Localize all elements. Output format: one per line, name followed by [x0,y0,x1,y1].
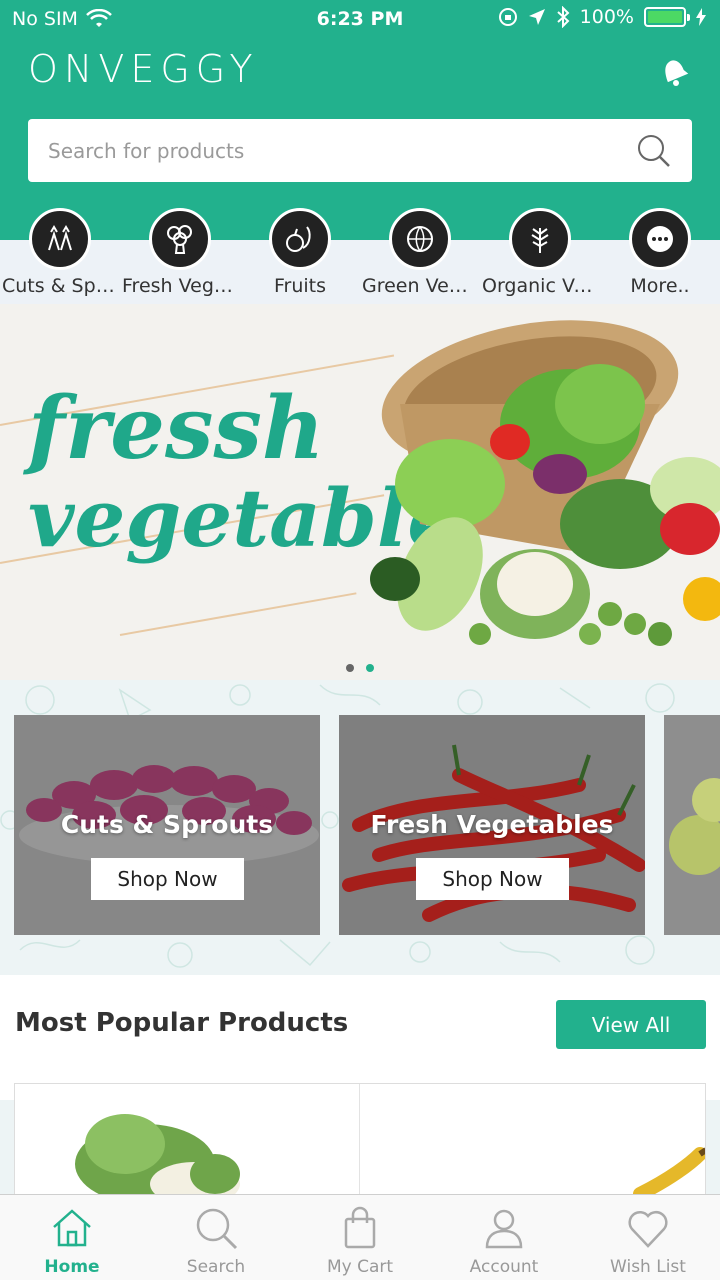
search-icon [196,1208,238,1250]
account-icon [485,1209,523,1249]
battery-percent: 100% [579,6,634,28]
battery-icon [644,7,690,27]
tab-search[interactable]: Search [144,1195,288,1280]
home-icon [53,1209,91,1247]
category-strip: Cuts & Sprouts Fresh Vegetables Fruits G… [0,208,720,304]
category-card-title: Fresh Vegetables [370,810,614,839]
tab-account[interactable]: Account [432,1195,576,1280]
category-green-vegetables[interactable]: Green Vegetables [360,208,480,304]
category-card-title: Cuts & Sprouts [60,810,274,839]
tab-label: Search [186,1257,246,1277]
search-bar[interactable] [28,119,692,182]
bluetooth-icon [557,6,570,28]
tab-label: Wish List [610,1257,686,1277]
category-fruits[interactable]: Fruits [240,208,360,304]
charging-icon [696,8,706,26]
category-label: Organic Vegetables [482,275,598,297]
popular-products-list [14,1083,706,1195]
location-icon [528,9,545,25]
tab-wish-list[interactable]: Wish List [576,1195,720,1280]
organic-leaf-icon [509,208,571,270]
category-label: Green Vegetables [362,275,478,297]
broccoli-icon [149,208,211,270]
promo-banner[interactable]: fressh vegetable [0,304,720,680]
rotation-lock-icon [498,8,517,26]
category-label: Fresh Vegetables [122,275,238,297]
section-title-popular: Most Popular Products [15,1008,349,1038]
heart-icon [628,1210,668,1248]
carousel-dot-active[interactable] [366,664,374,672]
notification-bell-icon[interactable] [652,50,692,90]
category-more[interactable]: More.. [600,208,720,304]
category-cards-carousel[interactable]: Cuts & Sprouts Shop Now Fresh Vegetables… [0,680,720,975]
banner-divider [119,592,357,636]
cart-bag-icon [344,1206,376,1249]
more-icon [629,208,691,270]
product-card[interactable] [360,1084,705,1194]
status-right: 100% [498,6,706,28]
sprouts-icon [29,208,91,270]
carousel-indicator[interactable] [0,664,720,672]
search-input[interactable] [28,119,588,182]
tab-label: My Cart [326,1257,394,1277]
category-fresh-vegetables[interactable]: Fresh Vegetables [120,208,240,304]
search-icon[interactable] [636,133,672,169]
cabbage-icon [389,208,451,270]
banana-image [633,1147,705,1194]
category-cuts-sprouts[interactable]: Cuts & Sprouts [0,208,120,304]
view-all-button[interactable]: View All [556,1000,706,1049]
category-card-partial[interactable] [664,715,720,935]
fruits-image [664,715,720,935]
shop-now-button[interactable]: Shop Now [416,858,569,900]
category-label: Fruits [273,275,327,297]
category-label: More.. [630,275,690,297]
app-header: No SIM 6:23 PM 100% ONVEGGY Search for p… [0,0,720,240]
status-bar: No SIM 6:23 PM 100% [0,0,720,38]
app-logo[interactable]: ONVEGGY [28,44,259,94]
category-organic-vegetables[interactable]: Organic Vegetables [480,208,600,304]
product-card[interactable] [15,1084,360,1194]
bottom-tab-bar: Home Search My Cart Account Wish List [0,1194,720,1280]
carousel-dot[interactable] [346,664,354,672]
tab-my-cart[interactable]: My Cart [288,1195,432,1280]
vegetable-basket-image [370,320,720,646]
cauliflower-image [75,1114,240,1194]
tab-home[interactable]: Home [0,1195,144,1280]
tab-label: Home [44,1257,100,1277]
fruits-icon [269,208,331,270]
tab-label: Account [469,1257,539,1277]
category-card-cuts-sprouts[interactable]: Cuts & Sprouts Shop Now [14,715,320,935]
category-card-fresh-vegetables[interactable]: Fresh Vegetables Shop Now [339,715,645,935]
category-label: Cuts & Sprouts [2,275,118,297]
shop-now-button[interactable]: Shop Now [91,858,244,900]
logo-text: ONVEGGY [28,47,259,91]
